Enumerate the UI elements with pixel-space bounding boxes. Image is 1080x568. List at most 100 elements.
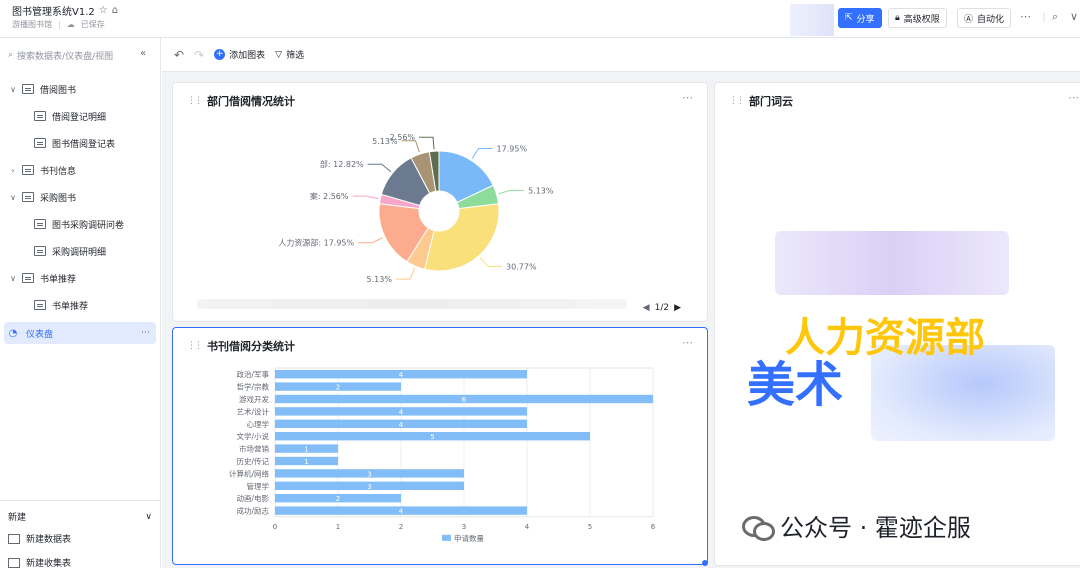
share-icon: ⇱ [845, 13, 853, 23]
bar-data-label: 4 [399, 421, 404, 429]
dashboard-toolbar: ↶ ↷ + 添加图表 ▽ 筛选 [162, 38, 1080, 72]
pie-leader-line [395, 267, 416, 280]
form-icon [8, 557, 20, 568]
sidebar-item-label: 书刊信息 [40, 166, 77, 177]
sidebar-item-label: 采购调研明细 [52, 247, 107, 258]
wordcloud-card[interactable]: ⋮⋮ 部门词云 ⋯ 人力资源部 美术 [714, 82, 1080, 566]
app-title-row: 图书管理系统V1.2 ☆ ⌂ [12, 3, 118, 18]
sidebar-item-books[interactable]: › 书刊信息 [8, 159, 168, 181]
y-tick-label: 心理学 [247, 419, 270, 429]
star-icon[interactable]: ☆ [99, 5, 108, 16]
new-form-label: 新建收集表 [26, 559, 72, 568]
legend-area [197, 299, 627, 309]
search-input[interactable]: 搜索数据表/仪表盘/视图 [17, 49, 113, 62]
legend-swatch [442, 534, 451, 541]
chevron-down-icon[interactable]: ∨ [8, 274, 18, 283]
automation-label: 自动化 [977, 14, 1005, 25]
sidebar-item-dashboard[interactable]: ◔ 仪表盘 ⋯ [4, 322, 156, 344]
drag-handle-icon[interactable]: ⋮⋮ [729, 96, 745, 106]
chevron-down-icon[interactable]: ∨ [145, 512, 152, 522]
collapse-sidebar-icon[interactable]: « [140, 48, 146, 59]
redo-icon[interactable]: ↷ [194, 48, 204, 62]
chevron-right-icon[interactable]: › [8, 166, 18, 175]
new-table-button[interactable]: 新建数据表 [8, 532, 71, 545]
more-icon[interactable]: ⋯ [1068, 91, 1079, 104]
resize-handle[interactable] [702, 560, 708, 566]
page-indicator: 1/2 [654, 303, 670, 313]
search-icon[interactable]: ⌕ [1052, 10, 1058, 24]
new-form-button[interactable]: 新建收集表 [8, 556, 71, 568]
pie-leader-line [479, 257, 503, 267]
card-title-row: ⋮⋮ 书刊借阅分类统计 [187, 338, 295, 354]
sidebar-item-purchase[interactable]: ∨ 采购图书 [8, 186, 168, 208]
more-icon[interactable]: ⋯ [141, 328, 150, 338]
x-tick-label: 5 [588, 523, 592, 531]
pie-leader-line [352, 195, 379, 200]
pie-data-label: 30.77% [506, 262, 537, 271]
undo-icon[interactable]: ↶ [174, 48, 184, 62]
pie-data-label: 17.95% [497, 144, 528, 153]
drag-handle-icon[interactable]: ⋮⋮ [187, 341, 203, 351]
sidebar-item-label: 仪表盘 [26, 329, 54, 340]
drag-handle-icon[interactable]: ⋮⋮ [187, 96, 203, 106]
bar-data-label: 4 [399, 508, 404, 516]
lock-icon: 🔒︎ [895, 13, 900, 23]
pie-data-label: 案: 2.56% [310, 191, 349, 201]
card-title: 部门词云 [749, 95, 793, 108]
app-title: 图书管理系统V1.2 [12, 7, 95, 18]
permission-button[interactable]: 🔒︎ 高级权限 [888, 8, 947, 28]
sidebar-item-borrow[interactable]: ∨ 借阅图书 [8, 78, 168, 100]
sidebar-bottom [0, 500, 160, 501]
next-page-icon[interactable]: ▶ [674, 303, 681, 313]
add-chart-button[interactable]: + 添加图表 [214, 48, 265, 61]
more-icon[interactable]: ⋯ [682, 91, 693, 104]
form-icon [34, 138, 46, 148]
x-tick-label: 4 [525, 523, 530, 531]
automation-button[interactable]: Ⓐ 自动化 [957, 8, 1012, 28]
pie-leader-line [367, 163, 392, 173]
chevron-down-icon[interactable]: ∨ [8, 85, 18, 94]
filter-button[interactable]: ▽ 筛选 [275, 48, 304, 62]
share-button[interactable]: ⇱ 分享 [838, 8, 882, 28]
wordcloud-word [775, 231, 1009, 295]
sidebar-search[interactable]: ⌕ 搜索数据表/仪表盘/视图 [8, 46, 148, 64]
expand-icon[interactable]: ∨ [1070, 10, 1078, 23]
app-header: 图书管理系统V1.2 ☆ ⌂ 游播图书馆 | ☁ 已保存 ⇱ 分享 🔒︎ 高级权… [0, 0, 1080, 38]
pie-leader-line [358, 237, 384, 244]
table-icon [22, 165, 34, 175]
legend-label: 申请数量 [454, 533, 484, 543]
new-section[interactable]: 新建 ∨ [8, 510, 152, 524]
sidebar-item-booklist[interactable]: ∨ 书单推荐 [8, 267, 168, 289]
share-label: 分享 [856, 14, 875, 25]
sidebar-item-label: 采购图书 [40, 193, 77, 204]
form-icon [34, 219, 46, 229]
more-icon[interactable]: ⋯ [1020, 10, 1031, 23]
y-tick-label: 哲学/宗教 [236, 382, 269, 392]
more-icon[interactable]: ⋯ [682, 336, 693, 349]
x-tick-label: 6 [651, 523, 656, 531]
bar-chart-card[interactable]: ⋮⋮ 书刊借阅分类统计 ⋯ 0 1 2 3 4 5 6 政治/军事 4 哲学/宗教 2 游戏开发 6 艺术… [172, 327, 708, 565]
new-section-label: 新建 [8, 513, 27, 523]
pie-chart-card[interactable]: ⋮⋮ 部门借阅情况统计 ⋯ 17.95% 5.13% 30.77% 5.13% 人力资源… [172, 82, 708, 322]
sidebar-item-label: 图书借阅登记表 [52, 139, 116, 150]
bar-data-label: 5 [430, 433, 434, 441]
pie-data-label: 2.56% [390, 133, 416, 142]
add-chart-label: 添加图表 [229, 51, 266, 61]
bar-data-label: 3 [367, 470, 371, 478]
bar-data-label: 2 [336, 495, 340, 503]
wordcloud-word: 美术 [747, 357, 844, 413]
cloud-icon: ☁ [66, 20, 75, 29]
card-title: 书刊借阅分类统计 [207, 340, 295, 353]
sidebar-item-label: 借阅登记明细 [52, 112, 107, 123]
bell-icon[interactable]: ⌂ [112, 5, 118, 16]
x-tick-label: 3 [462, 523, 466, 531]
y-tick-label: 文学/小说 [236, 431, 269, 441]
pie-data-label: 部: 12.82% [320, 159, 364, 169]
chevron-down-icon[interactable]: ∨ [8, 193, 18, 202]
prev-page-icon[interactable]: ◀ [643, 303, 650, 313]
grid-icon [34, 111, 46, 121]
legend-pager: ◀ 1/2 ▶ [643, 303, 681, 313]
grid-icon [34, 300, 46, 310]
plus-icon: + [214, 49, 226, 60]
permission-label: 高级权限 [903, 14, 940, 25]
